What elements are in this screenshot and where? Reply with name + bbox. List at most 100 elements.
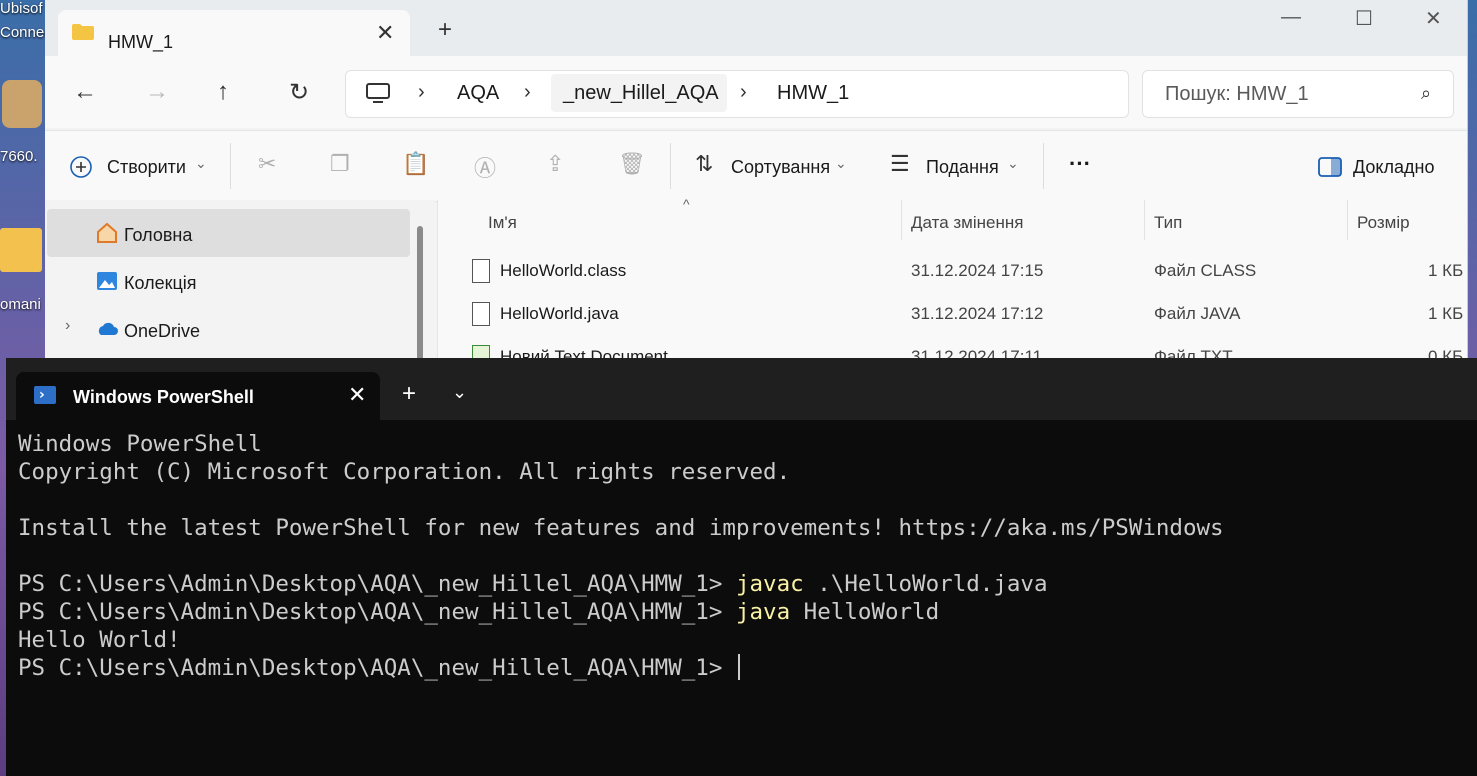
paste-icon[interactable]: 📋 bbox=[402, 151, 429, 177]
delete-icon[interactable]: 🗑 bbox=[618, 151, 646, 177]
powershell-window: › Windows PowerShell ✕ + ⌄ Windows Power… bbox=[6, 358, 1477, 776]
column-header-type[interactable]: Тип bbox=[1154, 213, 1182, 233]
terminal-tab[interactable]: › Windows PowerShell ✕ bbox=[16, 372, 380, 420]
folder-icon bbox=[72, 24, 94, 40]
up-arrow-icon[interactable]: ↑ bbox=[217, 78, 229, 106]
view-button[interactable]: Подання bbox=[926, 157, 999, 178]
desktop-label: omani bbox=[0, 296, 41, 313]
copy-icon[interactable]: ❐ bbox=[330, 151, 350, 177]
terminal-line: Hello World! bbox=[18, 627, 181, 653]
create-button[interactable]: Створити bbox=[107, 157, 186, 178]
file-type: Файл JAVA bbox=[1154, 304, 1241, 323]
chevron-down-icon: ⌄ bbox=[835, 155, 847, 171]
chevron-down-icon[interactable]: ⌄ bbox=[452, 382, 467, 403]
terminal-command: java bbox=[735, 599, 791, 625]
search-input[interactable]: Пошук: HMW_1 bbox=[1165, 83, 1309, 106]
details-button[interactable]: Докладно bbox=[1353, 157, 1434, 178]
column-header-size[interactable]: Розмір bbox=[1357, 213, 1410, 233]
refresh-icon[interactable]: ↻ bbox=[289, 78, 309, 107]
close-window-icon[interactable]: ✕ bbox=[1425, 6, 1442, 31]
column-header-date[interactable]: Дата змінення bbox=[911, 213, 1023, 233]
column-divider[interactable] bbox=[1144, 200, 1145, 240]
terminal-prompt: PS C:\Users\Admin\Desktop\AQA\_new_Hille… bbox=[18, 655, 736, 681]
chevron-down-icon: ⌄ bbox=[195, 155, 207, 171]
chevron-down-icon: ⌄ bbox=[1007, 155, 1019, 171]
sort-button[interactable]: Сортування bbox=[731, 157, 830, 178]
minimize-icon[interactable]: — bbox=[1281, 6, 1301, 29]
forward-arrow-icon[interactable]: → bbox=[145, 78, 169, 106]
explorer-tab-title: HMW_1 bbox=[108, 32, 174, 52]
breadcrumb-item[interactable]: _new_Hillel_AQA bbox=[563, 82, 719, 105]
terminal-tab-bar: › Windows PowerShell ✕ + ⌄ bbox=[6, 358, 1477, 420]
new-tab-button[interactable]: + bbox=[402, 380, 416, 408]
file-size: 1 КБ bbox=[1428, 261, 1464, 280]
terminal-command-arg: .\HelloWorld.java bbox=[803, 571, 1048, 597]
home-icon bbox=[97, 222, 117, 243]
divider bbox=[670, 143, 671, 189]
terminal-line: Windows PowerShell bbox=[18, 431, 262, 457]
sort-icon: ⇅ bbox=[695, 151, 714, 176]
terminal-prompt: PS C:\Users\Admin\Desktop\AQA\_new_Hille… bbox=[18, 599, 736, 625]
more-options-icon[interactable]: ··· bbox=[1069, 151, 1091, 177]
terminal-tab-title: Windows PowerShell bbox=[73, 387, 254, 407]
view-icon: ☰ bbox=[890, 151, 910, 176]
sidebar-item-home[interactable]: Головна bbox=[47, 209, 410, 257]
explorer-tab-bar: HMW_1 ✕ + — ☐ ✕ bbox=[45, 0, 1467, 56]
divider bbox=[1043, 143, 1044, 189]
chevron-right-icon[interactable]: › bbox=[65, 317, 70, 335]
terminal-line: Install the latest PowerShell for new fe… bbox=[18, 515, 1224, 541]
sidebar-item-label: Колекція bbox=[124, 273, 197, 293]
sort-ascending-icon: ^ bbox=[683, 196, 690, 212]
rename-icon[interactable]: Ⓐ bbox=[474, 151, 496, 183]
column-divider[interactable] bbox=[901, 200, 902, 240]
desktop-app-icon[interactable] bbox=[2, 80, 42, 128]
breadcrumb-item[interactable]: AQA bbox=[457, 82, 499, 105]
terminal-command: javac bbox=[735, 571, 804, 597]
file-icon bbox=[472, 302, 490, 326]
breadcrumb-item[interactable]: HMW_1 bbox=[777, 82, 849, 105]
details-pane-icon bbox=[1318, 157, 1342, 177]
desktop-label: Connec bbox=[0, 24, 52, 41]
add-circle-icon bbox=[70, 156, 92, 178]
search-box[interactable]: Пошук: HMW_1 ⌕ bbox=[1142, 70, 1454, 118]
chevron-right-icon: › bbox=[418, 81, 425, 103]
terminal-prompt: PS C:\Users\Admin\Desktop\AQA\_new_Hille… bbox=[18, 571, 736, 597]
cloud-icon bbox=[98, 322, 118, 335]
maximize-icon[interactable]: ☐ bbox=[1355, 6, 1373, 31]
text-cursor bbox=[737, 654, 740, 680]
address-bar[interactable]: › AQA › _new_Hillel_AQA › HMW_1 bbox=[345, 70, 1129, 118]
share-icon[interactable]: ⇪ bbox=[546, 151, 564, 177]
sidebar-item-gallery[interactable]: Колекція bbox=[47, 257, 410, 305]
file-date: 31.12.2024 17:12 bbox=[911, 304, 1044, 323]
sidebar-item-onedrive[interactable]: › OneDrive bbox=[47, 305, 410, 353]
desktop-label: 7660. bbox=[0, 148, 38, 165]
terminal-output[interactable]: Windows PowerShell Copyright (C) Microso… bbox=[18, 430, 1224, 682]
chevron-right-icon: › bbox=[524, 81, 531, 103]
file-type: Файл CLASS bbox=[1154, 261, 1257, 280]
sidebar-item-label: Головна bbox=[124, 225, 193, 245]
file-row[interactable]: HelloWorld.java 31.12.2024 17:12 Файл JA… bbox=[438, 294, 1467, 334]
computer-icon bbox=[366, 83, 390, 103]
desktop-folder-icon[interactable] bbox=[0, 228, 42, 272]
search-icon: ⌕ bbox=[1421, 83, 1432, 103]
powershell-icon: › bbox=[34, 386, 56, 404]
command-bar: Створити ⌄ ✂ ❐ 📋 Ⓐ ⇪ 🗑 ⇅ Сортування ⌄ ☰ … bbox=[45, 130, 1467, 202]
sidebar-item-label: OneDrive bbox=[124, 321, 201, 341]
close-tab-icon[interactable]: ✕ bbox=[376, 20, 394, 46]
column-header-name[interactable]: Ім'я bbox=[488, 213, 517, 233]
file-size: 1 КБ bbox=[1428, 304, 1464, 323]
file-name: HelloWorld.java bbox=[500, 304, 619, 323]
terminal-line: Copyright (C) Microsoft Corporation. All… bbox=[18, 459, 791, 485]
file-name: HelloWorld.class bbox=[500, 261, 627, 280]
file-icon bbox=[472, 259, 490, 283]
new-tab-button[interactable]: + bbox=[438, 16, 452, 44]
column-divider[interactable] bbox=[1347, 200, 1348, 240]
back-arrow-icon[interactable]: ← bbox=[73, 78, 97, 106]
terminal-command-arg: HelloWorld bbox=[790, 599, 940, 625]
desktop-label: Ubisof bbox=[0, 0, 43, 17]
file-row[interactable]: HelloWorld.class 31.12.2024 17:15 Файл C… bbox=[438, 251, 1467, 291]
cut-icon[interactable]: ✂ bbox=[258, 151, 276, 177]
close-tab-icon[interactable]: ✕ bbox=[348, 382, 366, 408]
explorer-tab[interactable]: HMW_1 ✕ bbox=[58, 10, 410, 56]
chevron-right-icon: › bbox=[740, 81, 747, 103]
